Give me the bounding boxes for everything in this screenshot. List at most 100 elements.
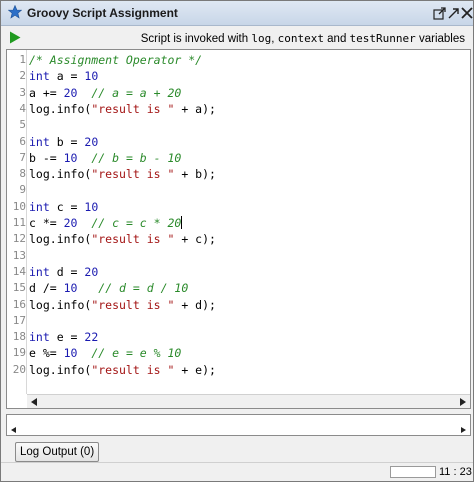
- status-progress-box: [390, 466, 436, 478]
- code-token: + e);: [174, 362, 216, 377]
- line-number: 1: [19, 53, 26, 66]
- line-number: 18: [12, 330, 26, 344]
- line-number: 13: [12, 248, 26, 262]
- code-editor[interactable]: 1 2 3 4 5 6 7 8 9 10 11 12 13 14 15 16 17 18 19 20 /* Assig…: [6, 49, 471, 409]
- line-number: 19: [12, 346, 26, 360]
- scroll-right-icon[interactable]: [461, 427, 466, 433]
- line-number: 8: [19, 167, 26, 181]
- close-icon[interactable]: [460, 6, 474, 20]
- code-line[interactable]: int e = 22: [29, 330, 98, 344]
- scroll-right-icon[interactable]: [460, 398, 466, 406]
- code-token: 10: [63, 150, 78, 165]
- hint-prefix: Script is invoked with: [140, 33, 252, 45]
- hint-separator: and: [323, 33, 350, 45]
- line-number: 17: [12, 313, 26, 327]
- line-number: 2: [19, 69, 26, 83]
- line-number: 4: [19, 101, 26, 115]
- log-output-tab[interactable]: Log Output (0): [15, 442, 100, 462]
- code-token: /* Assignment Operator */: [29, 53, 203, 67]
- code-line[interactable]: int d = 20: [29, 265, 98, 279]
- line-number: 14: [12, 264, 26, 278]
- line-number: 16: [12, 297, 26, 311]
- maximize-icon[interactable]: [447, 6, 461, 20]
- code-line[interactable]: int c = 10: [29, 200, 98, 214]
- code-token: + a);: [174, 101, 216, 116]
- scroll-left-icon[interactable]: [31, 398, 37, 406]
- code-line[interactable]: d /= 10 // d = d / 10: [29, 281, 188, 295]
- line-number: 20: [12, 362, 26, 376]
- code-token: log.info(: [29, 167, 92, 182]
- code-token: // a = a + 20: [91, 85, 182, 100]
- script-toolbar: Script is invoked with log, context and …: [1, 27, 473, 49]
- code-line[interactable]: int b = 20: [29, 135, 98, 149]
- code-token: d /=: [29, 281, 64, 296]
- code-line[interactable]: a += 20 // a = a + 20: [29, 86, 181, 100]
- code-token: 20: [84, 264, 99, 279]
- code-token: int: [29, 264, 50, 279]
- code-token: 20: [63, 216, 78, 230]
- code-token: e =: [49, 330, 85, 345]
- play-icon[interactable]: [9, 31, 21, 44]
- secondary-editor-field[interactable]: [6, 414, 471, 436]
- code-token: log.info(: [29, 101, 92, 116]
- status-bar: 11 : 23: [1, 462, 473, 481]
- scroll-left-icon[interactable]: [11, 427, 16, 433]
- code-token: 22: [84, 330, 99, 345]
- code-line[interactable]: /* Assignment Operator */: [29, 53, 202, 67]
- script-editor-window: Groovy Script Assignment Script is invok…: [0, 0, 474, 482]
- code-token: 10: [63, 346, 78, 361]
- hint-var-log: log: [251, 32, 272, 45]
- line-number-gutter: 1 2 3 4 5 6 7 8 9 10 11 12 13 14 15 16 17 18 19 20: [7, 50, 27, 394]
- hint-var-context: context: [277, 32, 324, 45]
- code-token: int: [29, 134, 50, 149]
- code-token: log.info(: [29, 362, 92, 377]
- code-token: 20: [84, 134, 99, 149]
- code-token: e %=: [29, 346, 64, 361]
- code-token: c *=: [29, 216, 64, 230]
- star-icon: [8, 5, 22, 19]
- code-token: // c = c * 20: [91, 216, 182, 230]
- line-number: 11: [12, 216, 26, 229]
- code-token: int: [29, 199, 50, 214]
- hint-var-testrunner: testRunner: [349, 32, 416, 45]
- code-token: "result is ": [91, 362, 175, 377]
- code-token: + b);: [174, 167, 216, 182]
- code-token: b =: [49, 134, 85, 149]
- code-line[interactable]: b -= 10 // b = b - 10: [29, 151, 181, 165]
- cursor-position: 11 : 23: [439, 466, 472, 478]
- text-caret: [181, 216, 183, 229]
- code-line[interactable]: e %= 10 // e = e % 10: [29, 346, 181, 360]
- line-number: 15: [12, 281, 26, 295]
- code-token: "result is ": [91, 232, 175, 247]
- code-line[interactable]: int a = 10: [29, 69, 98, 83]
- code-token: "result is ": [91, 297, 175, 312]
- code-line[interactable]: log.info("result is " + b);: [29, 167, 216, 181]
- code-token: log.info(: [29, 232, 92, 247]
- code-token: "result is ": [91, 167, 175, 182]
- code-token: // b = b - 10: [91, 150, 182, 165]
- code-token: // d = d / 10: [98, 281, 189, 296]
- code-token: 20: [63, 85, 78, 100]
- line-number: 12: [12, 232, 26, 246]
- code-token: d =: [49, 264, 85, 279]
- horizontal-scrollbar[interactable]: [27, 394, 470, 408]
- code-line[interactable]: log.info("result is " + c);: [29, 232, 216, 246]
- code-line[interactable]: log.info("result is " + e);: [29, 363, 216, 377]
- code-line[interactable]: log.info("result is " + a);: [29, 102, 216, 116]
- undock-icon[interactable]: [433, 6, 447, 20]
- script-variables-hint: Script is invoked with log, context and …: [141, 32, 465, 45]
- code-line[interactable]: log.info("result is " + d);: [29, 298, 216, 312]
- code-token: a =: [49, 69, 85, 84]
- window-title: Groovy Script Assignment: [27, 6, 178, 20]
- code-token: 10: [84, 69, 99, 84]
- line-number: 7: [19, 150, 26, 164]
- code-line[interactable]: c *= 20 // c = c * 20: [29, 216, 183, 230]
- field-scrollbar[interactable]: [8, 426, 469, 434]
- code-token: // e = e % 10: [91, 346, 182, 361]
- code-token: a +=: [29, 85, 64, 100]
